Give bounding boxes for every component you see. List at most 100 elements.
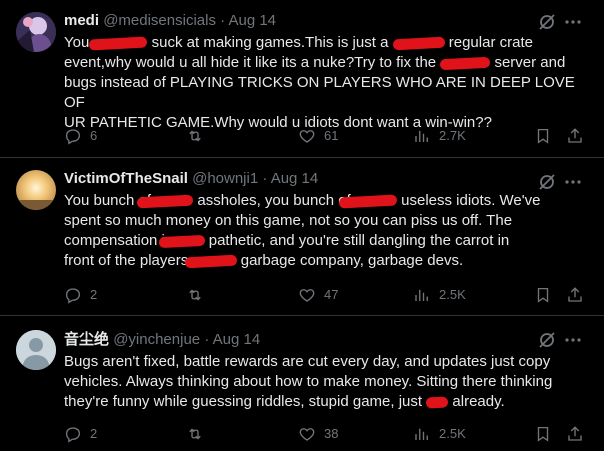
text-segment: server and — [490, 54, 566, 71]
text-segment: useless idiots. We've — [396, 192, 541, 209]
view-count: 2.5K — [439, 287, 466, 302]
text-segment: assholes, you bunch of — [193, 192, 355, 209]
display-name[interactable]: 音尘绝 — [64, 331, 109, 348]
repost-button[interactable] — [186, 285, 212, 305]
like-button[interactable]: 47 — [298, 285, 338, 305]
more-options-icon[interactable] — [563, 330, 583, 350]
redaction-mark — [392, 36, 445, 50]
like-button[interactable]: 61 — [298, 126, 338, 146]
views-icon — [415, 428, 428, 440]
text-segment: event,why would u all hide it like its a… — [64, 54, 441, 71]
repost-icon — [189, 130, 201, 142]
timestamp[interactable]: Aug 14 — [228, 12, 276, 29]
handle[interactable]: @medisensicials — [103, 12, 216, 29]
like-count: 47 — [324, 287, 339, 302]
avatar-image — [16, 12, 56, 52]
grok-icon[interactable] — [537, 330, 557, 350]
heart-icon — [299, 130, 315, 143]
handle[interactable]: @hownji1 — [192, 170, 258, 187]
avatar[interactable] — [16, 12, 56, 52]
views-icon — [415, 289, 428, 301]
separator-dot: · — [204, 331, 210, 348]
reply-count: 6 — [90, 128, 98, 143]
heart-icon — [299, 289, 315, 302]
redaction-mark — [338, 194, 398, 209]
reply-icon — [65, 129, 81, 145]
tweet-1[interactable]: medi @medisensicials · Aug 14 You suck a… — [0, 0, 604, 158]
tweet-text: You bunch of assholes, you bunch of usel… — [64, 191, 594, 271]
avatar[interactable] — [16, 330, 56, 370]
tweet-3[interactable]: 音尘绝 @yinchenjue · Aug 14 Bugs aren't fix… — [0, 316, 604, 451]
share-button[interactable] — [566, 424, 584, 444]
redaction-mark — [440, 56, 491, 70]
redaction-mark — [89, 36, 148, 51]
text-segment: front of the players. — [64, 252, 197, 269]
heart-icon — [299, 428, 315, 441]
tweet-text: Bugs aren't fixed, battle rewards are cu… — [64, 352, 594, 412]
bookmark-button[interactable] — [534, 424, 552, 444]
timestamp[interactable]: Aug 14 — [271, 170, 319, 187]
more-options-icon[interactable] — [563, 172, 583, 192]
display-name[interactable]: medi — [64, 12, 99, 29]
more-options-icon[interactable] — [563, 12, 583, 32]
reply-button[interactable]: 2 — [64, 285, 97, 305]
text-line: vehicles. Always thinking about how to m… — [64, 373, 553, 390]
avatar[interactable] — [16, 170, 56, 210]
reply-count: 2 — [90, 426, 98, 441]
views-button[interactable]: 2.7K — [413, 126, 466, 146]
reply-icon — [65, 427, 81, 443]
separator-dot: · — [220, 12, 226, 29]
view-count: 2.7K — [439, 128, 466, 143]
reply-button[interactable]: 2 — [64, 424, 97, 444]
reply-button[interactable]: 6 — [64, 126, 97, 146]
share-icon — [568, 287, 582, 302]
like-button[interactable]: 38 — [298, 424, 338, 444]
text-segment: they're funny while guessing riddles, st… — [64, 393, 427, 410]
handle[interactable]: @yinchenjue — [113, 331, 200, 348]
share-button[interactable] — [566, 126, 584, 146]
text-segment: garbage company, garbage devs. — [236, 252, 464, 269]
grok-icon[interactable] — [537, 12, 557, 32]
tweet-2[interactable]: VictimOfTheSnail @hownji1 · Aug 14 You b… — [0, 158, 604, 316]
tweet-actions: 2 47 2.5K — [64, 285, 594, 305]
repost-button[interactable] — [186, 424, 212, 444]
bookmark-icon — [537, 426, 549, 442]
tweet-header: VictimOfTheSnail @hownji1 · Aug 14 — [64, 169, 544, 189]
repost-button[interactable] — [186, 126, 212, 146]
bookmark-button[interactable] — [534, 126, 552, 146]
text-segment: regular crate — [444, 34, 533, 51]
text-line: spent so much money on this game, not so… — [64, 212, 513, 229]
bookmark-icon — [537, 287, 549, 303]
share-icon — [568, 426, 582, 441]
views-button[interactable]: 2.5K — [413, 285, 466, 305]
like-count: 38 — [324, 426, 339, 441]
timeline-feed: medi @medisensicials · Aug 14 You suck a… — [0, 0, 604, 451]
tweet-header: medi @medisensicials · Aug 14 — [64, 11, 544, 31]
views-icon — [415, 130, 428, 142]
bookmark-button[interactable] — [534, 285, 552, 305]
timestamp[interactable]: Aug 14 — [213, 331, 261, 348]
redaction-mark — [158, 234, 205, 248]
tweet-actions: 2 38 2.5K — [64, 424, 594, 444]
text-segment: suck at making games.This is just a — [147, 34, 393, 51]
views-button[interactable]: 2.5K — [413, 424, 466, 444]
text-segment: already. — [448, 393, 505, 410]
avatar-image — [16, 170, 56, 210]
repost-icon — [189, 289, 201, 301]
grok-icon[interactable] — [537, 172, 557, 192]
tweet-text: You suck at making games.This is just a … — [64, 33, 594, 133]
tweet-actions: 6 61 2.7K — [64, 126, 594, 146]
display-name[interactable]: VictimOfTheSnail — [64, 170, 188, 187]
text-line: Bugs aren't fixed, battle rewards are cu… — [64, 353, 551, 370]
bookmark-icon — [537, 128, 549, 144]
tweet-header: 音尘绝 @yinchenjue · Aug 14 — [64, 330, 544, 350]
default-avatar-icon — [16, 330, 56, 370]
reply-count: 2 — [90, 287, 98, 302]
repost-icon — [189, 428, 201, 440]
redaction-mark — [184, 254, 237, 268]
redaction-mark — [425, 395, 449, 409]
share-button[interactable] — [566, 285, 584, 305]
like-count: 61 — [324, 128, 339, 143]
text-segment: pathetic, and you're still dangling the … — [204, 232, 510, 249]
view-count: 2.5K — [439, 426, 466, 441]
